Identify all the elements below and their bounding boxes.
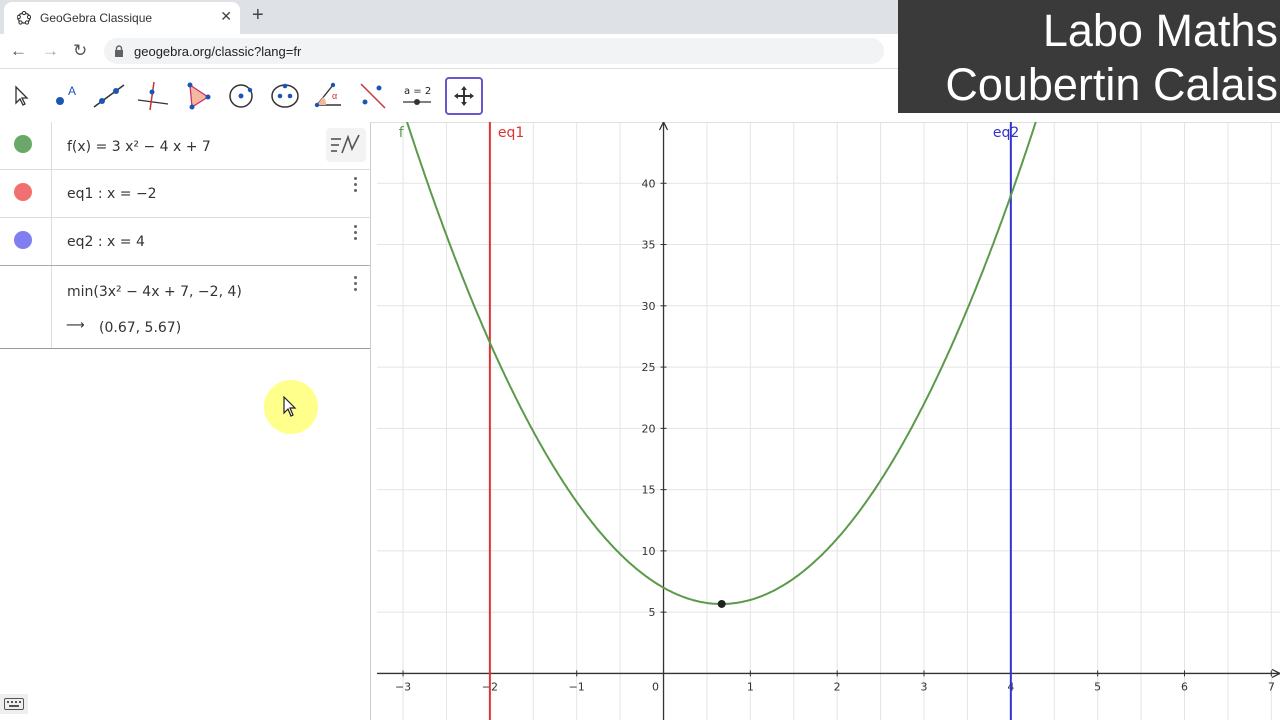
point-tool-button[interactable]: A — [46, 77, 84, 115]
algebra-view: f(x) = 3 x² − 4 x + 7 eq1 : x = −2 eq2 :… — [0, 122, 371, 720]
point-icon: A — [56, 84, 76, 105]
watermark-line-1: Labo Maths — [1042, 5, 1278, 56]
ellipse-icon — [271, 83, 299, 108]
curve-f[interactable] — [400, 122, 1043, 605]
more-options-icon[interactable] — [354, 276, 358, 291]
reflect-line-icon — [360, 83, 386, 109]
algebra-row-f[interactable]: f(x) = 3 x² − 4 x + 7 — [0, 122, 370, 170]
move-tool-button[interactable] — [2, 77, 40, 115]
y-tick-label: 40 — [642, 177, 656, 190]
move-graphics-tool-button[interactable] — [445, 77, 483, 115]
y-tick-label: 30 — [642, 300, 656, 313]
angle-tool-button[interactable]: α — [310, 77, 348, 115]
x-tick-label: 6 — [1181, 680, 1188, 693]
visibility-toggle-eq1[interactable] — [14, 183, 32, 201]
reflect-tool-button[interactable] — [354, 77, 392, 115]
algebra-row-eq2[interactable]: eq2 : x = 4 — [0, 217, 370, 266]
y-tick-label: 20 — [642, 422, 656, 435]
y-tick-label: 25 — [642, 361, 656, 374]
circle-center-icon — [229, 84, 253, 108]
graphics-view[interactable]: −3−2−101234567510152025303540eq1eq2f — [377, 122, 1280, 720]
line-tool-button[interactable] — [90, 77, 128, 115]
new-tab-button[interactable]: + — [252, 4, 264, 27]
x-tick-label: −3 — [395, 680, 411, 693]
back-arrow-icon[interactable]: ← — [10, 41, 27, 61]
row-separator — [51, 266, 52, 348]
mouse-pointer-icon — [283, 395, 299, 422]
tab-title: GeoGebra Classique — [40, 11, 153, 25]
x-tick-label: 0 — [652, 680, 659, 693]
perpendicular-line-icon — [137, 81, 169, 111]
svg-text:A: A — [68, 84, 76, 98]
slider-tool-button[interactable]: a = 2 — [398, 77, 436, 115]
algebra-row-command[interactable]: min(3x² − 4x + 7, −2, 4) ⟶ (0.67, 5.67) — [0, 266, 370, 349]
minimum-point[interactable] — [717, 599, 726, 608]
forward-arrow-icon[interactable]: → — [42, 41, 59, 61]
x-tick-label: 3 — [921, 680, 928, 693]
tab-close-icon[interactable]: ✕ — [220, 8, 232, 25]
geogebra-favicon-icon — [16, 10, 32, 26]
polygon-tool-button[interactable] — [178, 77, 216, 115]
algebra-row-eq1[interactable]: eq1 : x = −2 — [0, 169, 370, 218]
circle-tool-button[interactable] — [222, 77, 260, 115]
more-options-icon[interactable] — [354, 177, 358, 192]
label-f: f — [399, 125, 405, 141]
x-tick-label: 2 — [834, 680, 841, 693]
visibility-toggle-eq2[interactable] — [14, 231, 32, 249]
x-tick-label: 1 — [747, 680, 754, 693]
expression-eq2[interactable]: eq2 : x = 4 — [67, 234, 145, 250]
svg-text:α: α — [332, 91, 337, 101]
cursor-arrow-icon — [15, 85, 29, 106]
algebra-sort-button[interactable] — [326, 128, 366, 162]
command-result: (0.67, 5.67) — [99, 320, 182, 336]
row-separator — [51, 122, 52, 169]
x-tick-label: −1 — [569, 680, 585, 693]
url-text: geogebra.org/classic?lang=fr — [134, 43, 302, 59]
label-eq1: eq1 — [498, 125, 524, 141]
expression-f[interactable]: f(x) = 3 x² − 4 x + 7 — [67, 139, 211, 155]
x-tick-label: 5 — [1094, 680, 1101, 693]
output-arrow-icon: ⟶ — [66, 318, 85, 333]
y-tick-label: 10 — [642, 545, 656, 558]
x-tick-label: 7 — [1268, 680, 1275, 693]
expression-eq1[interactable]: eq1 : x = −2 — [67, 186, 157, 202]
sort-menu-icon — [331, 134, 360, 154]
y-tick-label: 15 — [642, 484, 656, 497]
slider-tool-label: a = 2 — [404, 86, 431, 97]
visibility-toggle-f[interactable] — [14, 135, 32, 153]
move-graphics-icon — [454, 86, 474, 106]
channel-watermark: Labo Maths Coubertin Calais — [898, 0, 1280, 113]
keyboard-icon[interactable] — [0, 694, 28, 714]
y-tick-label: 35 — [642, 239, 656, 252]
lock-icon — [114, 45, 124, 57]
line-icon — [93, 84, 125, 108]
reload-icon[interactable]: ↻ — [73, 41, 87, 61]
y-tick-label: 5 — [649, 606, 656, 619]
perpendicular-tool-button[interactable] — [134, 77, 172, 115]
label-eq2: eq2 — [993, 125, 1019, 141]
watermark-line-2: Coubertin Calais — [945, 59, 1278, 110]
conic-tool-button[interactable] — [266, 77, 304, 115]
angle-icon: α — [314, 82, 341, 108]
more-options-icon[interactable] — [354, 225, 358, 240]
url-field[interactable]: geogebra.org/classic?lang=fr — [104, 38, 884, 64]
row-separator — [51, 217, 52, 265]
row-separator — [51, 169, 52, 217]
browser-tab[interactable]: GeoGebra Classique ✕ — [4, 2, 240, 34]
command-input[interactable]: min(3x² − 4x + 7, −2, 4) — [67, 284, 242, 300]
polygon-icon — [187, 82, 211, 110]
slider-icon: a = 2 — [403, 86, 431, 105]
